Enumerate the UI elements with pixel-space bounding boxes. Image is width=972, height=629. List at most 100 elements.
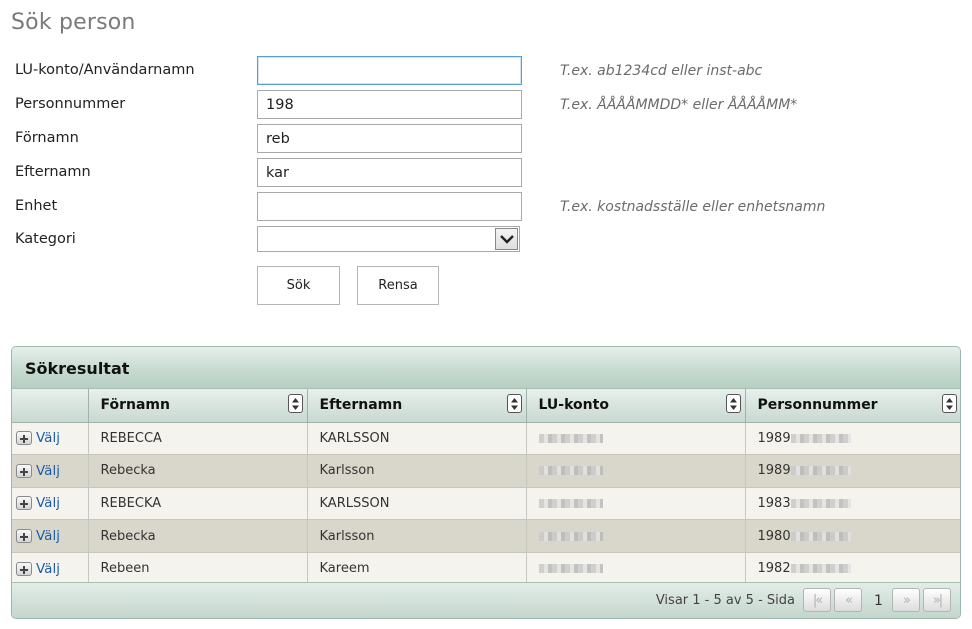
efternamn-cell: KARLSSON [307, 487, 527, 521]
pager: Visar 1 - 5 av 5 - Sida |« « 1 » »| [12, 582, 960, 618]
select-cell[interactable]: Välj [12, 487, 89, 521]
table-row: Välj Rebecka Karlsson 1980 [12, 519, 960, 553]
pnr-prefix: 1989 [757, 463, 791, 479]
expand-icon[interactable] [16, 431, 32, 446]
pager-info: Visar 1 - 5 av 5 - Sida [655, 593, 795, 608]
efternamn-cell: Karlsson [307, 454, 527, 488]
column-header-select [12, 389, 89, 423]
personnummer-cell: 1982 [745, 552, 960, 586]
sort-icon[interactable] [941, 394, 957, 413]
column-header-fornamn[interactable]: Förnamn [88, 389, 308, 423]
lu-konto-hint: T.ex. ab1234cd eller inst-abc [560, 63, 763, 79]
last-page-icon[interactable]: »| [923, 588, 951, 612]
select-link[interactable]: Välj [36, 495, 60, 511]
redacted-value [790, 433, 851, 443]
select-cell[interactable]: Välj [12, 552, 89, 586]
results-panel: Sökresultat Förnamn Efternamn LU-konto P… [11, 346, 961, 619]
form-row-enhet: Enhet T.ex. kostnadsställe eller enhetsn… [0, 192, 972, 222]
first-page-icon[interactable]: |« [803, 588, 831, 612]
redacted-value [790, 531, 851, 541]
table-row: Välj Rebecka Karlsson 1989 [12, 454, 960, 488]
select-link[interactable]: Välj [36, 430, 60, 446]
next-page-icon[interactable]: » [892, 588, 920, 612]
results-table: Förnamn Efternamn LU-konto Personnummer … [12, 389, 960, 586]
lu-konto-label: LU-konto/Användarnamn [15, 62, 195, 78]
expand-icon[interactable] [16, 529, 32, 544]
column-header-personnummer[interactable]: Personnummer [745, 389, 960, 423]
select-cell[interactable]: Välj [12, 454, 89, 488]
fornamn-cell: Rebeen [88, 552, 308, 586]
column-header-label: Efternamn [319, 397, 403, 414]
search-button[interactable]: Sök [257, 266, 340, 305]
pnr-prefix: 1989 [757, 430, 791, 446]
expand-icon[interactable] [16, 496, 32, 511]
chevron-down-icon[interactable] [495, 228, 518, 250]
table-row: Välj REBECCA KARLSSON 1989 [12, 422, 960, 456]
pnr-prefix: 1980 [757, 528, 791, 544]
sort-icon[interactable] [506, 394, 522, 413]
lu-konto-cell [526, 422, 746, 456]
redacted-value [538, 498, 603, 508]
select-cell[interactable]: Välj [12, 519, 89, 553]
table-row: Välj REBECKA KARLSSON 1983 [12, 487, 960, 521]
select-cell[interactable]: Välj [12, 422, 89, 456]
form-row-lu-konto: LU-konto/Användarnamn T.ex. ab1234cd ell… [0, 56, 972, 86]
table-row: Välj Rebeen Kareem 1982 [12, 552, 960, 586]
enhet-hint: T.ex. kostnadsställe eller enhetsnamn [560, 199, 826, 215]
expand-icon[interactable] [16, 561, 32, 576]
redacted-value [790, 564, 851, 574]
redacted-value [538, 564, 603, 574]
redacted-value [538, 466, 603, 476]
fornamn-cell: REBECCA [88, 422, 308, 456]
redacted-value [790, 466, 851, 476]
fornamn-cell: REBECKA [88, 487, 308, 521]
lu-konto-input[interactable] [257, 56, 522, 85]
efternamn-input[interactable] [257, 158, 522, 187]
lu-konto-cell [526, 519, 746, 553]
form-row-kategori: Kategori [0, 226, 972, 256]
page-title: Sök person [11, 10, 136, 35]
enhet-label: Enhet [15, 198, 58, 214]
column-header-label: LU-konto [538, 397, 609, 414]
redacted-value [790, 498, 851, 508]
efternamn-cell: KARLSSON [307, 422, 527, 456]
column-header-efternamn[interactable]: Efternamn [307, 389, 527, 423]
redacted-value [538, 531, 603, 541]
select-link[interactable]: Välj [36, 463, 60, 479]
form-row-personnummer: Personnummer T.ex. ÅÅÅÅMMDD* eller ÅÅÅÅM… [0, 90, 972, 120]
form-row-fornamn: Förnamn [0, 124, 972, 154]
fornamn-cell: Rebecka [88, 454, 308, 488]
efternamn-cell: Kareem [307, 552, 527, 586]
fornamn-input[interactable] [257, 124, 522, 153]
select-link[interactable]: Välj [36, 561, 60, 577]
sort-icon[interactable] [287, 394, 303, 413]
kategori-label: Kategori [15, 231, 76, 247]
lu-konto-cell [526, 552, 746, 586]
lu-konto-cell [526, 454, 746, 488]
personnummer-input[interactable] [257, 90, 522, 119]
personnummer-cell: 1989 [745, 422, 960, 456]
personnummer-cell: 1989 [745, 454, 960, 488]
pnr-prefix: 1982 [757, 561, 791, 577]
enhet-input[interactable] [257, 192, 522, 221]
column-header-lu-konto[interactable]: LU-konto [526, 389, 746, 423]
clear-button[interactable]: Rensa [357, 266, 439, 305]
sort-icon[interactable] [725, 394, 741, 413]
efternamn-label: Efternamn [15, 164, 91, 180]
table-header-row: Förnamn Efternamn LU-konto Personnummer [12, 389, 960, 423]
fornamn-cell: Rebecka [88, 519, 308, 553]
personnummer-cell: 1980 [745, 519, 960, 553]
prev-page-icon[interactable]: « [834, 588, 862, 612]
lu-konto-cell [526, 487, 746, 521]
select-link[interactable]: Välj [36, 528, 60, 544]
personnummer-label: Personnummer [15, 96, 126, 112]
kategori-select[interactable] [257, 226, 520, 252]
fornamn-label: Förnamn [15, 130, 79, 146]
current-page: 1 [874, 593, 883, 609]
pnr-prefix: 1983 [757, 495, 791, 511]
redacted-value [538, 433, 603, 443]
results-title: Sökresultat [12, 347, 960, 389]
efternamn-cell: Karlsson [307, 519, 527, 553]
expand-icon[interactable] [16, 463, 32, 478]
form-row-efternamn: Efternamn [0, 158, 972, 188]
